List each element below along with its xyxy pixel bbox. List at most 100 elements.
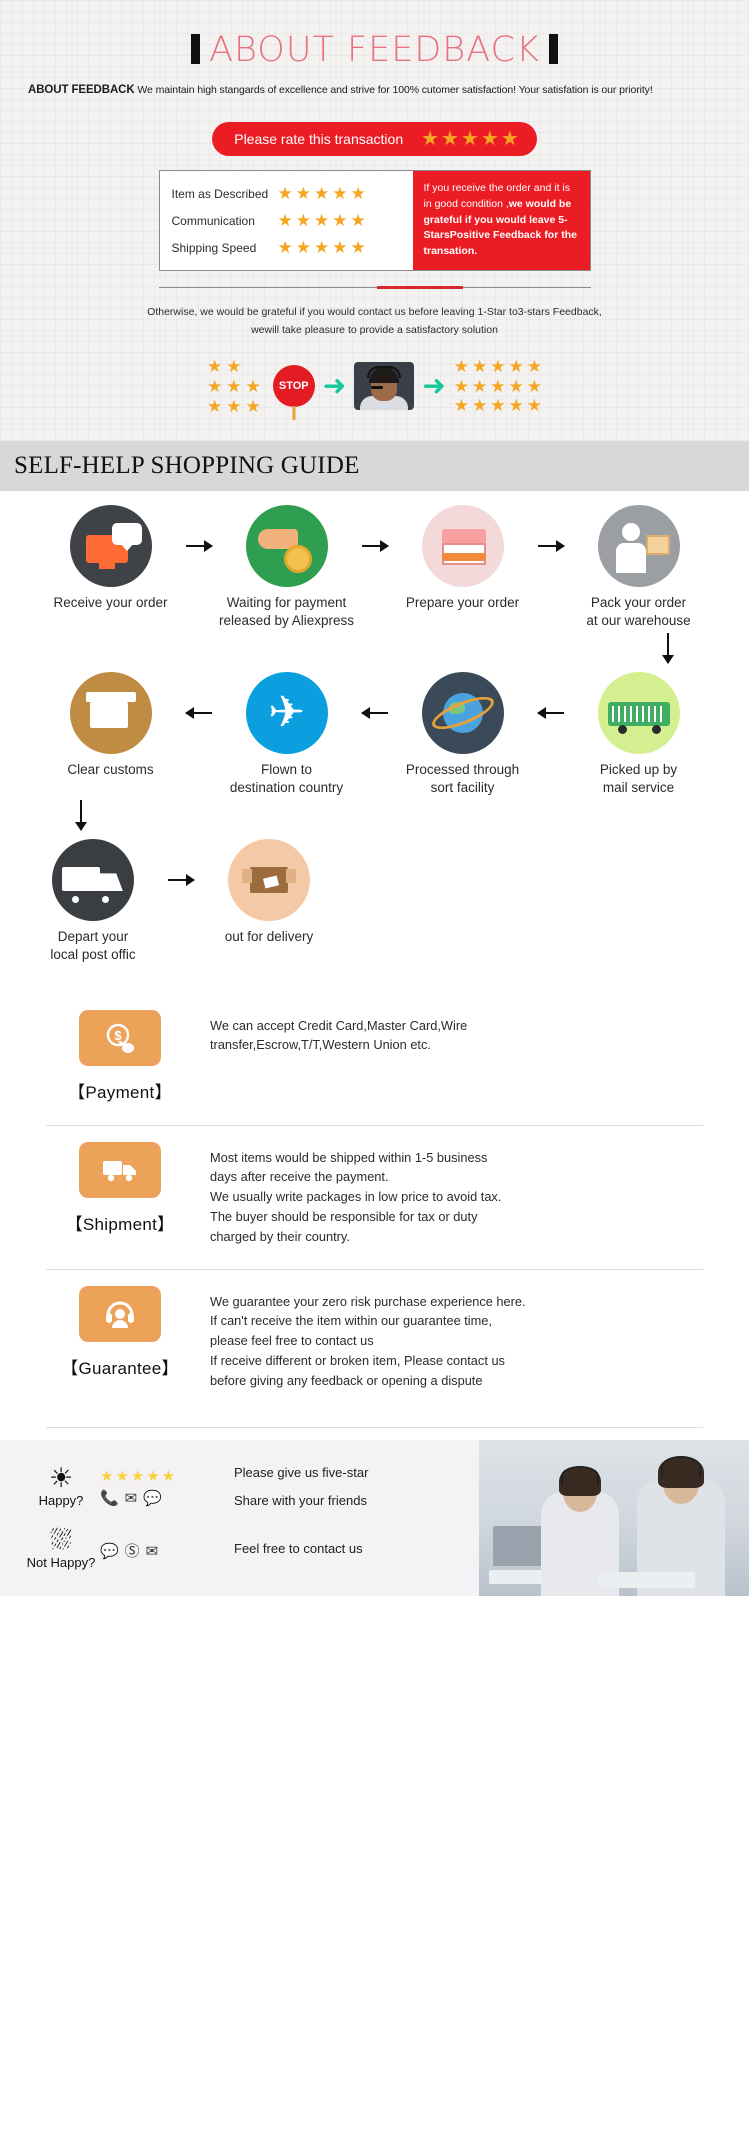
policy-block-shipment: 【Shipment】 Most items would be shipped w… [46,1124,703,1269]
step-caption: Clear customs [67,762,154,778]
stop-sign-icon: STOP [272,365,315,408]
criterion-name: Item as Described [171,186,269,201]
policy-block-guarantee: 【Guarantee】 We guarantee your zero risk … [46,1268,703,1413]
feedback-divider [158,286,591,289]
otherwise-line-2: wewill take pleasure to provide a satisf… [251,323,498,336]
low-rating-stars: ★★★ ★★★ ★★★ [207,356,261,416]
criterion-stars: ★★★★★ [277,237,369,257]
policy-left: 【Guarantee】 [46,1285,194,1379]
policy-left: 【Shipment】 [46,1141,194,1235]
policy-line: days after receive the payment. [210,1169,389,1185]
rate-pill-container: Please rate this transaction ★★★★★ [0,122,749,156]
process-step-clear-customs: Clear customs [42,672,180,779]
open-parcel-icon [228,839,310,922]
process-step-waiting-payment: Waiting for payment released by Aliexpres… [218,505,356,629]
happy-mood: ☀ Happy? [22,1463,100,1509]
step-caption: Receive your order [53,595,168,611]
rating-criteria-table: Item as Described ★★★★★ Communication ★★… [158,170,591,271]
truck-icon [79,1141,161,1198]
rating-criteria-list: Item as Described ★★★★★ Communication ★★… [160,171,413,270]
sun-icon: ☀ [48,1463,74,1494]
customs-scan-icon [69,672,152,755]
self-help-guide-banner: SELF-HELP SHOPPING GUIDE [0,441,749,492]
step-caption: Picked up by mail service [599,762,678,795]
globe-orbit-icon [421,672,504,755]
process-step-flown: ✈ Flown to destination country [218,672,356,796]
rain-cloud-icon: ⛆ [50,1525,72,1556]
policy-line: please feel free to contact us [210,1333,374,1349]
arrow-right-icon: ➜ [422,370,446,402]
about-feedback-section: ABOUT FEEDBACK ABOUT FEEDBACK We maintai… [0,0,749,441]
policy-line: If can't receive the item within our gua… [210,1313,492,1329]
divider-line [158,287,591,288]
step-caption: Processed through sort facility [405,762,520,795]
step-caption: Prepare your order [405,595,520,611]
policy-line: We usually write packages in low price t… [210,1189,502,1205]
table-row: Item as Described ★★★★★ [172,180,413,207]
policy-line: If receive different or broken item, Ple… [210,1353,505,1369]
divider-accent [376,286,463,289]
headset-icon [79,1285,161,1342]
policy-text: We can accept Credit Card,Master Card,Wi… [194,1010,703,1056]
rate-transaction-banner: Please rate this transaction ★★★★★ [212,122,537,156]
process-step-pack-order: Pack your order at our warehouse [570,505,708,629]
policy-line: We can accept Credit Card,Master Card,Wi… [210,1017,468,1033]
step-caption: Flown to destination country [229,762,344,795]
delivery-van-icon [52,839,134,922]
page-title-text: ABOUT FEEDBACK [209,30,540,70]
contact-rows: ☀ Happy? ★★★★★ 📞✉💬 Please give us five-s… [0,1440,749,1596]
messenger-channel-icons[interactable]: 💬Ⓢ✉ [100,1540,234,1561]
computer-chat-icon [69,505,152,588]
contact-channel-icons[interactable]: 📞✉💬 [100,1489,234,1507]
arrow-right-icon [356,505,394,587]
policy-block-payment: $ 【Payment】 We can accept Credit Card,Ma… [46,994,703,1125]
criterion-stars: ★★★★★ [277,183,369,203]
policy-left: $ 【Payment】 [46,1009,194,1103]
policy-line: transfer,Escrow,T/T,Western Union etc. [210,1037,431,1053]
step-caption: Depart your local post offic [50,929,136,962]
contact-row-happy: ☀ Happy? ★★★★★ 📞✉💬 Please give us five-s… [22,1456,749,1518]
positive-feedback-note: If you receive the order and it is in go… [412,171,590,270]
policy-title: 【Shipment】 [65,1214,175,1234]
arrow-down-icon [599,629,737,672]
policy-line: We guarantee your zero risk purchase exp… [210,1293,526,1309]
support-agent-photo [354,362,415,411]
policy-text: We guarantee your zero risk purchase exp… [194,1286,703,1391]
page-title: ABOUT FEEDBACK [0,22,749,84]
arrow-right-icon [162,839,200,921]
arrow-left-icon [532,672,570,754]
process-row-1: Receive your order Waiting for payment re… [12,505,737,629]
happy-icons-column: ★★★★★ 📞✉💬 [100,1467,234,1507]
happy-label: Happy? [38,1493,84,1509]
note-line-2-pre: condition , [460,197,509,210]
title-bar-left-icon [191,34,201,64]
process-connector-row-1 [12,629,737,672]
policy-title: 【Payment】 [68,1082,172,1102]
process-step-out-for-delivery: out for delivery [200,839,338,946]
criterion-name: Shipping Speed [171,240,257,255]
step-caption: Pack your order at our warehouse [586,595,691,628]
policy-text: Most items would be shipped within 1-5 b… [194,1142,703,1247]
airplane-icon: ✈ [245,672,328,755]
policy-line: Most items would be shipped within 1-5 b… [210,1149,488,1165]
feedback-flow-illustration: ★★★ ★★★ ★★★ STOP ➜ ➜ ★★★★★ ★★★★★ ★★★★★ [0,356,749,416]
arrow-right-icon [532,505,570,587]
mail-truck-icon [597,672,680,755]
step-caption: out for delivery [224,929,314,945]
criterion-stars: ★★★★★ [277,210,369,230]
rate-transaction-stars: ★★★★★ [421,128,521,150]
table-row: Communication ★★★★★ [172,207,413,234]
stop-label: STOP [278,380,309,393]
process-step-prepare-order: Prepare your order [394,505,532,612]
product-description-page: ABOUT FEEDBACK ABOUT FEEDBACK We maintai… [0,0,749,1596]
process-connector-row-2 [12,796,737,839]
five-stars: ★★★★★ [100,1467,178,1485]
arrow-right-icon: ➜ [322,370,347,402]
package-box-icon [421,505,504,588]
contact-divider [46,1426,703,1428]
arrow-down-icon [12,796,150,839]
happy-text-column: Please give us five-star Share with your… [234,1465,368,1508]
table-row: Shipping Speed ★★★★★ [172,234,413,261]
rate-transaction-label: Please rate this transaction [234,131,404,147]
arrow-right-icon [180,505,218,587]
